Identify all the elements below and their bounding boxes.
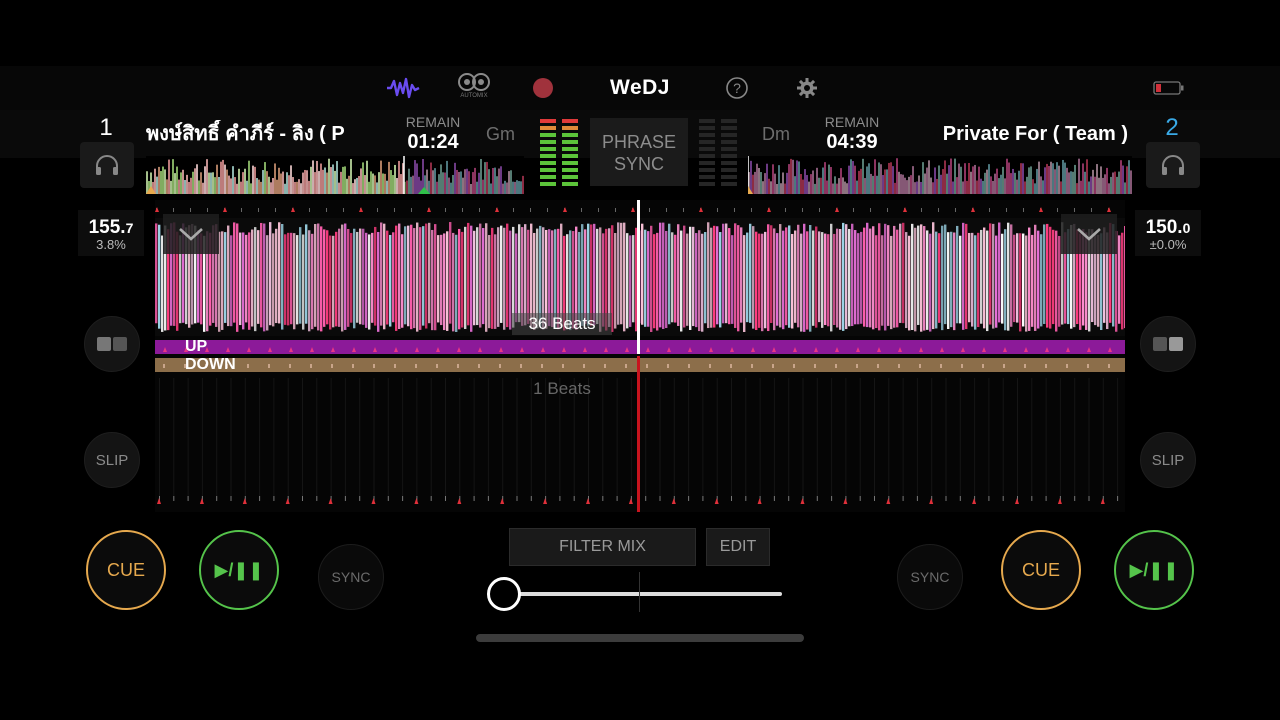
beats-upper-label: 36 Beats xyxy=(512,313,612,335)
svg-text:?: ? xyxy=(733,80,741,96)
filter-mix-button[interactable]: FILTER MIX xyxy=(509,528,696,566)
chevron-down-icon xyxy=(179,228,203,241)
deck2-bpm: 150.0 xyxy=(1145,217,1191,238)
deck1-zoom-toggle[interactable] xyxy=(163,214,219,254)
waveform-icon[interactable] xyxy=(384,72,422,104)
deck1-bpm-display[interactable]: 155.7 3.8% xyxy=(78,210,144,256)
settings-button[interactable] xyxy=(794,75,820,101)
phrase-down-label: DOWN xyxy=(185,356,236,373)
deck1-remain-time: 01:24 xyxy=(407,131,459,153)
deck2-pitch: ±0.0% xyxy=(1149,237,1187,252)
deck1-pitch: 3.8% xyxy=(96,237,126,252)
grid-icon xyxy=(1153,337,1183,351)
deck2-play-pause-button[interactable]: ▶/❚❚ xyxy=(1114,530,1194,610)
automix-icon xyxy=(456,72,492,92)
battery-icon xyxy=(1153,80,1185,96)
phrase-sync-line2: SYNC xyxy=(613,154,664,174)
deck2-grid-button[interactable] xyxy=(1140,316,1196,372)
deck2-slip-button[interactable]: SLIP xyxy=(1140,432,1196,488)
chevron-down-icon xyxy=(1077,228,1101,241)
settings-icon xyxy=(797,78,817,98)
deck2-overview-waveform[interactable] xyxy=(743,156,1132,194)
deck1-remain-label: REMAIN xyxy=(405,114,461,130)
phrase-sync-button[interactable]: PHRASE SYNC xyxy=(590,118,688,186)
deck2-key: Dm xyxy=(762,124,790,144)
deck2-remain-time: 04:39 xyxy=(826,131,878,153)
deck2-cue-button[interactable]: CUE xyxy=(1001,530,1081,610)
deck1-play-pause-button[interactable]: ▶/❚❚ xyxy=(199,530,279,610)
crossfader-knob[interactable] xyxy=(487,577,521,611)
crossfader-track xyxy=(504,592,782,596)
app-logo: WeDJ xyxy=(610,76,670,99)
deck2-zoom-toggle[interactable] xyxy=(1061,214,1117,254)
phrase-sync-line1: PHRASE xyxy=(601,132,677,152)
deck1-slip-button[interactable]: SLIP xyxy=(84,432,140,488)
automix-button[interactable]: AUTOMIX xyxy=(454,72,494,104)
crossfader-center-mark xyxy=(639,572,640,612)
deck1-cue-button[interactable]: CUE xyxy=(86,530,166,610)
deck2-track-title: Private For ( Team ) xyxy=(942,123,1128,145)
deck1-level-meter xyxy=(538,118,586,188)
beats-lower-label: 1 Beats xyxy=(533,379,591,398)
crossfader[interactable] xyxy=(487,572,788,612)
deck2-bpm-display[interactable]: 150.0 ±0.0% xyxy=(1135,210,1201,256)
help-button[interactable]: ? xyxy=(724,75,750,101)
deck2-number: 2 xyxy=(1165,114,1179,141)
record-button[interactable] xyxy=(531,76,555,100)
deck2-headphone-cue[interactable] xyxy=(1146,142,1200,188)
deck1-sync-button[interactable]: SYNC xyxy=(318,544,384,610)
deck1-track-title: พงษ์สิทธิ์ คำภีร์ - ลิง ( P xyxy=(146,123,345,145)
deck1-bpm: 155.7 xyxy=(88,217,134,238)
deck1-number: 1 xyxy=(99,114,113,141)
deck1-overview-waveform[interactable] xyxy=(146,156,524,194)
deck2-remain-label: REMAIN xyxy=(824,114,880,130)
headphones-icon xyxy=(96,155,118,175)
main-waveform-area[interactable] xyxy=(155,200,1127,512)
edit-button[interactable]: EDIT xyxy=(706,528,770,566)
deck1-key: Gm xyxy=(486,124,515,144)
help-icon: ? xyxy=(726,77,748,99)
deck1-headphone-cue[interactable] xyxy=(80,142,134,188)
automix-label: AUTOMIX xyxy=(460,93,488,99)
headphones-icon xyxy=(1162,155,1184,175)
grid-icon xyxy=(97,337,127,351)
home-indicator xyxy=(476,634,804,642)
phrase-up-label: UP xyxy=(185,338,208,355)
deck2-level-meter xyxy=(697,118,743,188)
record-icon xyxy=(533,78,553,98)
deck1-grid-button[interactable] xyxy=(84,316,140,372)
deck2-sync-button[interactable]: SYNC xyxy=(897,544,963,610)
